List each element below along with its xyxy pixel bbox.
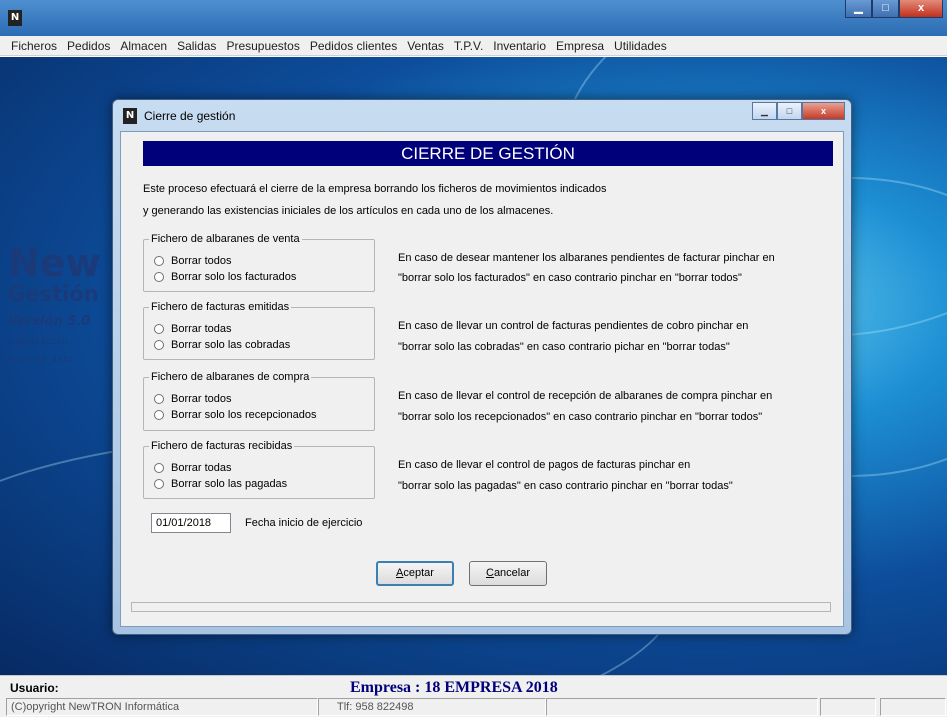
group-legend: Fichero de albaranes de compra [149,371,312,383]
progress-bar [131,602,831,612]
dialog-close-button[interactable]: x [802,102,845,120]
brand-logo: New Gestión Versión 5.0 Compilación Base… [8,244,101,365]
status-copyright: (C)opyright NewTRON Informática [6,698,318,716]
dialog-maximize-button[interactable]: □ [777,102,802,120]
fecha-inicio-label: Fecha inicio de ejercicio [245,517,363,529]
group-legend: Fichero de albaranes de venta [149,233,302,245]
desc-albaranes-compra-1: En caso de llevar el control de recepció… [398,390,773,402]
menu-almacen[interactable]: Almacen [115,39,172,53]
radio-circle[interactable] [154,340,164,350]
dialog-title: Cierre de gestión [144,109,236,123]
dialog-window-controls: ▁ □ x [752,102,845,120]
desc-facturas-recibidas-2: "borrar solo las pagadas" en caso contra… [398,480,733,492]
radio-label: Borrar solo las cobradas [171,339,291,351]
status-bar: Usuario: Empresa : 18 EMPRESA 2018 (C)op… [0,675,947,717]
close-button[interactable]: x [899,0,943,18]
intro-line-2: y generando las existencias iniciales de… [143,205,554,217]
brand-gestion: Gestión [8,282,99,306]
radio-circle[interactable] [154,410,164,420]
brand-version: Versión 5.0 [8,314,91,329]
radio-borrar-todos-venta[interactable]: Borrar todos [154,255,232,267]
desc-albaranes-venta-1: En caso de desear mantener los albaranes… [398,252,775,264]
group-legend: Fichero de facturas recibidas [149,440,295,452]
group-facturas-emitidas: Fichero de facturas emitidas Borrar toda… [143,301,375,360]
radio-label: Borrar solo los recepcionados [171,409,317,421]
status-phone: Tlf: 958 822498 [318,698,546,716]
desc-albaranes-compra-2: "borrar solo los recepcionados" en caso … [398,411,763,423]
radio-borrar-pagadas[interactable]: Borrar solo las pagadas [154,478,287,490]
status-cell-empty [820,698,876,716]
status-cell-empty [546,698,818,716]
brand-base-datos: Base de dato [8,355,74,365]
menu-bar: Ficheros Pedidos Almacen Salidas Presupu… [0,36,947,56]
menu-ventas[interactable]: Ventas [402,39,449,53]
group-albaranes-venta: Fichero de albaranes de venta Borrar tod… [143,233,375,292]
dialog-banner: CIERRE DE GESTIÓN [143,141,833,166]
fecha-inicio-input[interactable]: 01/01/2018 [151,513,231,533]
radio-circle[interactable] [154,394,164,404]
cancelar-label: ancelar [493,567,531,579]
menu-presupuestos[interactable]: Presupuestos [221,39,304,53]
menu-inventario[interactable]: Inventario [488,39,551,53]
aceptar-label: ceptar [403,567,434,579]
radio-borrar-todos-compra[interactable]: Borrar todos [154,393,232,405]
intro-line-1: Este proceso efectuará el cierre de la e… [143,183,607,195]
cierre-dialog: N Cierre de gestión ▁ □ x CIERRE DE GEST… [112,99,852,635]
app-icon: N [8,10,22,26]
group-legend: Fichero de facturas emitidas [149,301,292,313]
menu-salidas[interactable]: Salidas [172,39,221,53]
radio-borrar-recepcionados[interactable]: Borrar solo los recepcionados [154,409,317,421]
radio-circle[interactable] [154,324,164,334]
desc-facturas-recibidas-1: En caso de llevar el control de pagos de… [398,459,691,471]
group-facturas-recibidas: Fichero de facturas recibidas Borrar tod… [143,440,375,499]
desc-albaranes-venta-2: "borrar solo los facturados" en caso con… [398,272,742,284]
menu-tpv[interactable]: T.P.V. [449,39,488,53]
radio-label: Borrar solo las pagadas [171,478,288,490]
status-company: Empresa : 18 EMPRESA 2018 [350,679,558,696]
cancelar-hotkey: C [485,567,494,579]
radio-borrar-cobradas[interactable]: Borrar solo las cobradas [154,339,290,351]
group-albaranes-compra: Fichero de albaranes de compra Borrar to… [143,371,375,431]
dialog-icon: N [123,108,137,124]
menu-pedidos[interactable]: Pedidos [62,39,115,53]
dialog-minimize-button[interactable]: ▁ [752,102,777,120]
radio-borrar-facturados[interactable]: Borrar solo los facturados [154,271,296,283]
radio-borrar-todas-emitidas[interactable]: Borrar todas [154,323,232,335]
menu-pedidos-clientes[interactable]: Pedidos clientes [305,39,402,53]
dialog-title-bar[interactable]: N Cierre de gestión ▁ □ x [113,100,851,130]
radio-label: Borrar todos [171,393,232,405]
main-title-bar: N ▁ □ x [0,0,947,36]
radio-label: Borrar todas [171,323,232,335]
cancelar-button[interactable]: Cancelar [469,561,547,586]
window-controls: ▁ □ x [845,0,943,18]
dialog-body: CIERRE DE GESTIÓN Este proceso efectuará… [120,131,844,627]
radio-label: Borrar solo los facturados [171,271,297,283]
radio-borrar-todas-recibidas[interactable]: Borrar todas [154,462,232,474]
desc-facturas-emitidas-1: En caso de llevar un control de facturas… [398,320,749,332]
radio-label: Borrar todos [171,255,232,267]
desc-facturas-emitidas-2: "borrar solo las cobradas" en caso contr… [398,341,730,353]
minimize-button[interactable]: ▁ [845,0,872,18]
brand-new: New [8,241,101,285]
maximize-button[interactable]: □ [872,0,899,18]
radio-circle[interactable] [154,463,164,473]
aceptar-button[interactable]: Aceptar [376,561,454,586]
status-cell-empty [880,698,946,716]
radio-circle[interactable] [154,256,164,266]
radio-circle[interactable] [154,272,164,282]
menu-ficheros[interactable]: Ficheros [6,39,62,53]
menu-utilidades[interactable]: Utilidades [609,39,672,53]
radio-circle[interactable] [154,479,164,489]
radio-label: Borrar todas [171,462,232,474]
menu-empresa[interactable]: Empresa [551,39,609,53]
brand-compilacion: Compilación [8,337,68,347]
status-user-label: Usuario: [10,681,59,695]
